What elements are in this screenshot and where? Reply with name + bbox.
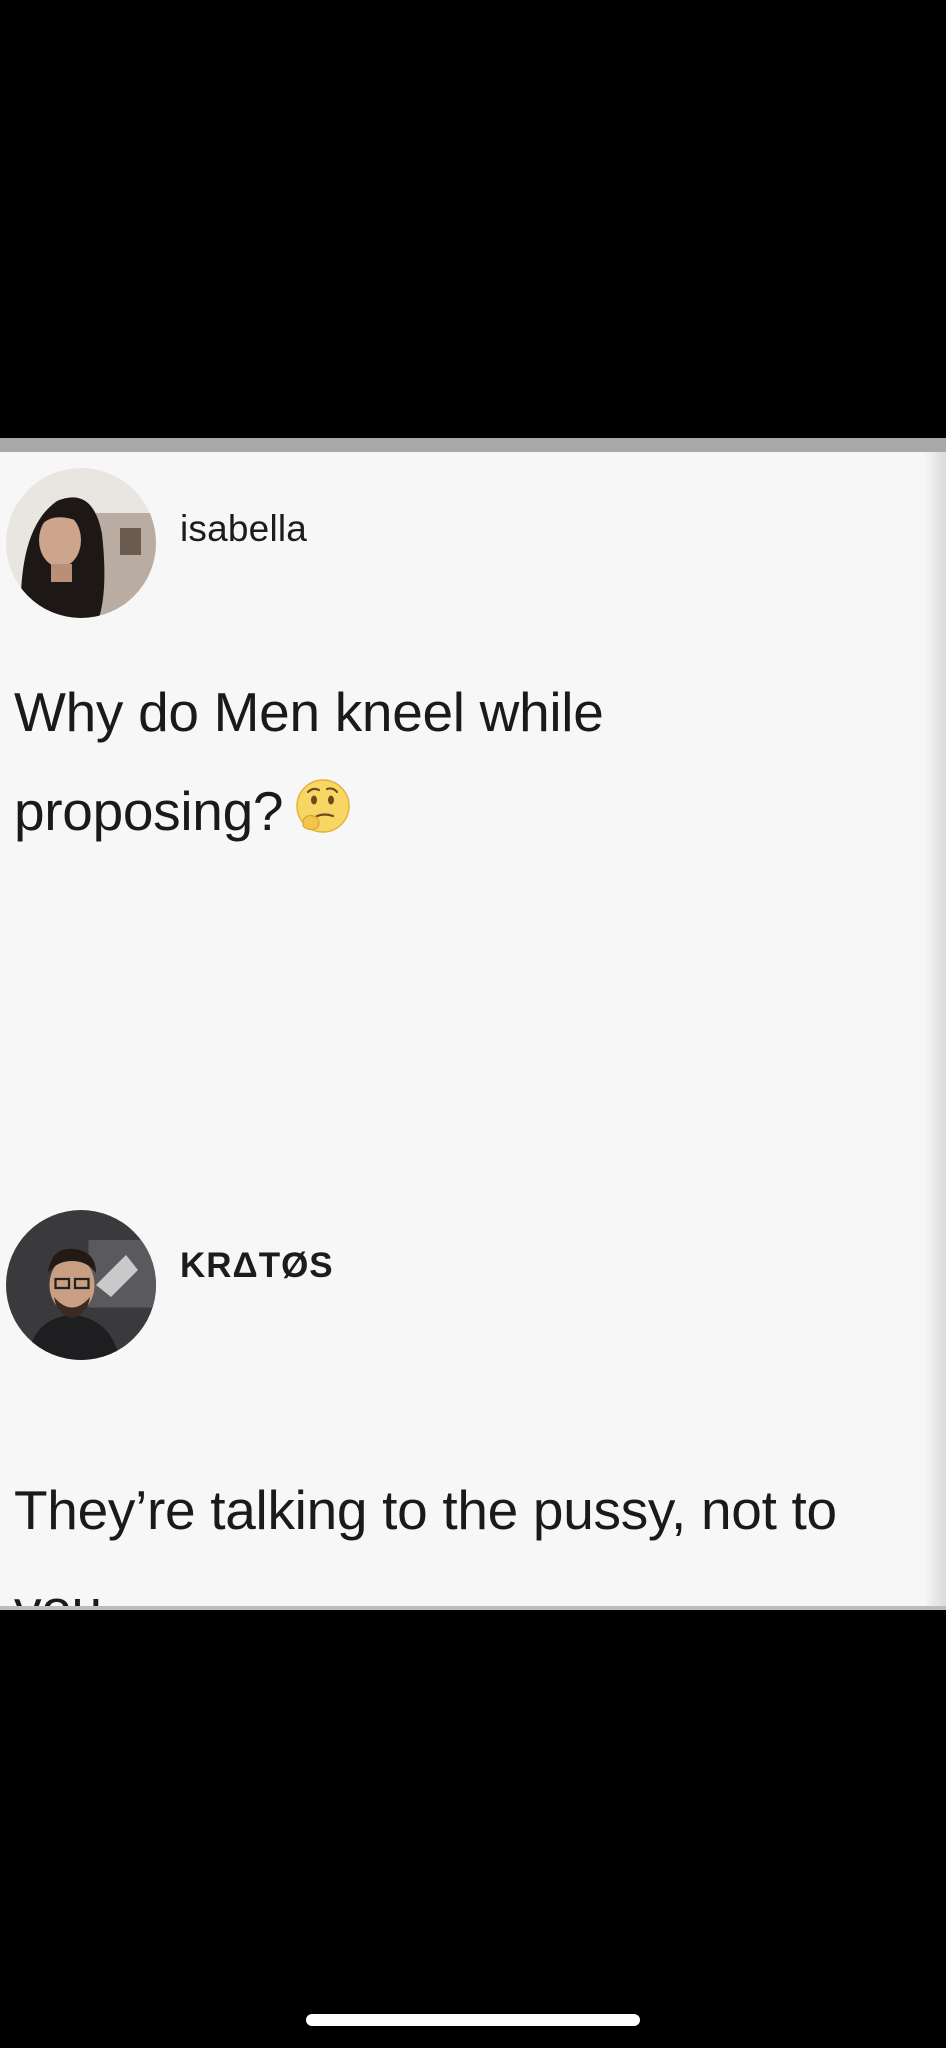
reply-text-line-1: They’re talking to the pussy, not to xyxy=(14,1479,837,1541)
avatar-isabella[interactable] xyxy=(6,468,156,618)
post-text-line-2: proposing? xyxy=(14,780,284,842)
post-text-line-1: Why do Men kneel while xyxy=(14,681,604,743)
avatar-isabella-image xyxy=(6,468,156,618)
reply-author-name[interactable]: KRΔTØS xyxy=(180,1246,334,1286)
reply-text: They’re talking to the pussy, not to you… xyxy=(14,1461,837,1610)
post-card: isabella Why do Men kneel while proposin… xyxy=(0,438,946,1610)
avatar-kratos-image xyxy=(6,1210,156,1360)
avatar-kratos[interactable] xyxy=(6,1210,156,1360)
reply-text-line-2: you. xyxy=(14,1578,117,1610)
thinking-face-icon xyxy=(293,776,353,836)
post-author-name[interactable]: isabella xyxy=(180,508,307,550)
screenshot-screen: isabella Why do Men kneel while proposin… xyxy=(0,0,946,2048)
post-text: Why do Men kneel while proposing? xyxy=(14,663,604,861)
home-indicator[interactable] xyxy=(306,2014,640,2026)
